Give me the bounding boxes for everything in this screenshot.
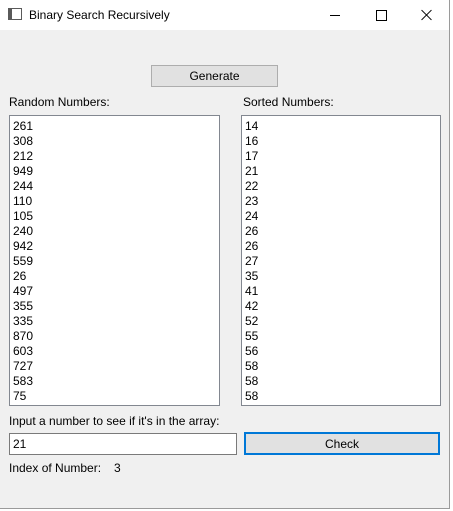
list-item[interactable]: 212 [13, 149, 219, 164]
list-item[interactable]: 52 [245, 314, 440, 329]
list-item[interactable]: 26 [13, 269, 219, 284]
list-item[interactable]: 21 [245, 164, 440, 179]
app-window-icon [8, 8, 22, 20]
maximize-button[interactable] [358, 0, 404, 30]
index-value: 3 [114, 461, 121, 475]
list-item[interactable]: 27 [245, 254, 440, 269]
list-item[interactable]: 583 [13, 374, 219, 389]
window-title: Binary Search Recursively [29, 8, 170, 22]
list-item[interactable]: 56 [245, 344, 440, 359]
list-item[interactable]: 603 [13, 344, 219, 359]
list-item[interactable]: 308 [13, 134, 219, 149]
list-item[interactable]: 41 [245, 284, 440, 299]
list-item[interactable]: 949 [13, 164, 219, 179]
list-item[interactable]: 497 [13, 284, 219, 299]
list-item[interactable]: 942 [13, 239, 219, 254]
list-item[interactable]: 16 [245, 134, 440, 149]
generate-button[interactable]: Generate [151, 65, 278, 87]
list-item[interactable]: 17 [245, 149, 440, 164]
list-item[interactable]: 26 [245, 224, 440, 239]
close-icon [421, 9, 433, 21]
list-item[interactable]: 22 [245, 179, 440, 194]
list-item[interactable]: 26 [245, 239, 440, 254]
list-item[interactable]: 244 [13, 179, 219, 194]
list-item[interactable]: 23 [245, 194, 440, 209]
list-item[interactable]: 55 [245, 329, 440, 344]
list-item[interactable]: 261 [13, 119, 219, 134]
minimize-icon [330, 14, 340, 16]
list-item[interactable]: 110 [13, 194, 219, 209]
list-item[interactable]: 105 [13, 209, 219, 224]
title-bar[interactable]: Binary Search Recursively [0, 0, 449, 30]
list-item[interactable]: 355 [13, 299, 219, 314]
list-item[interactable]: 727 [13, 359, 219, 374]
list-item[interactable]: 14 [245, 119, 440, 134]
app-window: Binary Search Recursively Generate Rando… [0, 0, 450, 509]
list-item[interactable]: 58 [245, 359, 440, 374]
list-item[interactable]: 75 [13, 389, 219, 404]
maximize-icon [375, 9, 387, 21]
list-item[interactable]: 559 [13, 254, 219, 269]
list-item[interactable]: 240 [13, 224, 219, 239]
minimize-button[interactable] [312, 0, 358, 30]
list-item[interactable]: 58 [245, 389, 440, 404]
sorted-numbers-list[interactable]: 14 16 17 21 22 23 24 26 26 27 35 41 42 5… [241, 115, 441, 406]
list-item[interactable]: 24 [245, 209, 440, 224]
random-numbers-label: Random Numbers: [9, 95, 110, 109]
random-numbers-list[interactable]: 261 308 212 949 244 110 105 240 942 559 … [9, 115, 220, 406]
list-item[interactable]: 35 [245, 269, 440, 284]
check-button[interactable]: Check [244, 432, 440, 455]
sorted-numbers-label: Sorted Numbers: [243, 95, 334, 109]
list-item[interactable]: 335 [13, 314, 219, 329]
search-number-input[interactable] [9, 433, 237, 455]
index-label: Index of Number: [9, 461, 102, 475]
list-item[interactable]: 42 [245, 299, 440, 314]
list-item[interactable]: 870 [13, 329, 219, 344]
list-item[interactable]: 58 [245, 374, 440, 389]
search-prompt-label: Input a number to see if it's in the arr… [9, 414, 220, 428]
close-button[interactable] [404, 0, 450, 30]
